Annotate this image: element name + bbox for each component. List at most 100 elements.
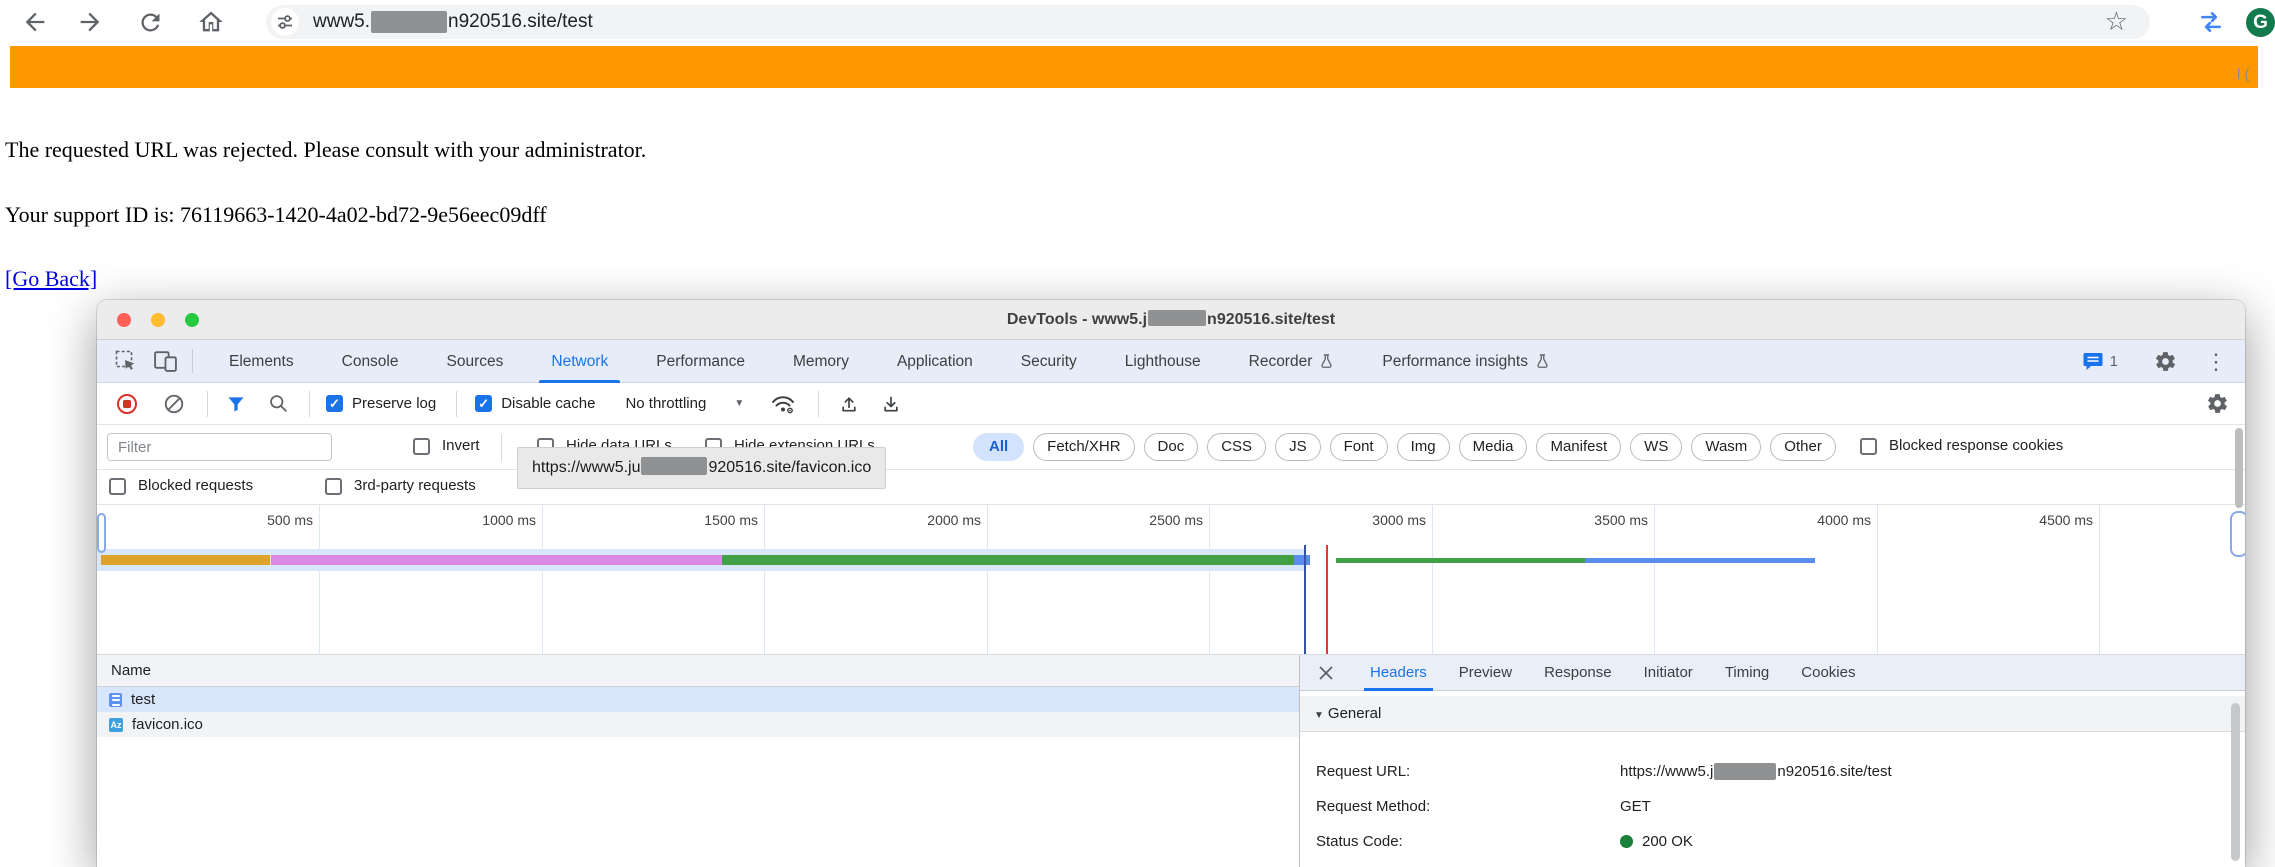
disable-cache-checkbox[interactable]: ✓ [475, 395, 493, 412]
filter-pill-other[interactable]: Other [1770, 433, 1836, 461]
divider [456, 390, 458, 417]
details-scrollbar-thumb[interactable] [2231, 703, 2240, 861]
chevron-down-icon[interactable]: ▼ [734, 398, 744, 409]
blocked-response-cookies-checkbox[interactable] [1860, 438, 1877, 455]
reload-icon[interactable] [137, 9, 164, 36]
divider [818, 390, 820, 417]
filter-pill-manifest[interactable]: Manifest [1536, 433, 1622, 461]
redaction-box [641, 457, 708, 475]
filter-pill-doc[interactable]: Doc [1143, 433, 1199, 461]
browser-toolbar: www5. n920516.site/test ☆ G [0, 0, 2275, 44]
gridline [319, 505, 320, 654]
tick-label: 3000 ms [1372, 512, 1426, 528]
tab-lighthouse[interactable]: Lighthouse [1101, 340, 1225, 383]
blocked-requests-label: Blocked requests [138, 477, 254, 494]
filter-funnel-icon[interactable] [226, 394, 246, 414]
overview-right-handle[interactable] [2230, 511, 2245, 557]
overview-left-handle[interactable] [97, 513, 106, 553]
network-overview[interactable]: 500 ms 1000 ms 1500 ms 2000 ms 2500 ms 3000 m… [97, 505, 2245, 655]
record-network-log-button[interactable] [115, 392, 139, 416]
redaction-box [1714, 763, 1777, 780]
go-back-link[interactable]: [Go Back] [5, 266, 97, 292]
tab-memory[interactable]: Memory [769, 340, 873, 383]
tab-application[interactable]: Application [873, 340, 997, 383]
third-party-requests-checkbox[interactable] [325, 478, 342, 495]
devtools-titlebar[interactable]: DevTools - www5.j n920516.site/test [97, 300, 2245, 340]
throttling-dropdown[interactable]: No throttling [625, 395, 706, 412]
filter-pill-css[interactable]: CSS [1207, 433, 1267, 461]
filter-pill-media[interactable]: Media [1458, 433, 1528, 461]
filter-pill-img[interactable]: Img [1396, 433, 1450, 461]
back-icon[interactable] [21, 8, 49, 36]
tab-security[interactable]: Security [997, 340, 1101, 383]
devtools-scrollbar-thumb[interactable] [2235, 428, 2243, 508]
filter-pill-ws[interactable]: WS [1630, 433, 1683, 461]
tab-recorder[interactable]: Recorder [1225, 340, 1359, 383]
tooltip-prefix: https://www5.ju [532, 459, 641, 476]
export-har-icon[interactable] [881, 393, 901, 415]
general-row-label: Request URL: [1316, 763, 1411, 780]
details-tab-cookies[interactable]: Cookies [1785, 655, 1871, 691]
home-icon[interactable] [197, 8, 225, 36]
gridline [2099, 505, 2100, 654]
tab-network[interactable]: Network [527, 340, 632, 383]
filter-pill-fetch-xhr[interactable]: Fetch/XHR [1033, 433, 1135, 461]
clear-network-log-button[interactable] [163, 393, 185, 415]
issues-icon[interactable] [2083, 352, 2103, 371]
details-tab-initiator[interactable]: Initiator [1628, 655, 1709, 691]
filter-pill-js[interactable]: JS [1275, 433, 1321, 461]
value-prefix: https://www5.j [1620, 763, 1714, 780]
request-row-test[interactable]: test [97, 687, 1299, 712]
url-text[interactable]: www5. n920516.site/test [313, 11, 593, 33]
value-suffix: n920516.site/test [1777, 763, 1892, 780]
close-icon[interactable] [1318, 665, 1334, 681]
invert-checkbox[interactable] [413, 438, 430, 455]
general-section-header[interactable]: ▼ General [1300, 696, 2245, 732]
resource-type-filter-row: All Fetch/XHR Doc CSS JS Font Img Media Manifest… [973, 433, 1836, 461]
tick-label: 4500 ms [2039, 512, 2093, 528]
request-row-favicon-ico[interactable]: Az favicon.ico [97, 712, 1299, 737]
import-har-icon[interactable] [839, 393, 859, 415]
rejection-message: The requested URL was rejected. Please c… [5, 137, 647, 162]
bookmark-star-icon[interactable]: ☆ [2105, 6, 2128, 37]
filter-pill-all[interactable]: All [973, 433, 1025, 461]
more-options-kebab-icon[interactable]: ⋮ [2205, 340, 2227, 383]
filter-input[interactable] [107, 433, 332, 461]
tab-performance[interactable]: Performance [632, 340, 769, 383]
name-column-header[interactable]: Name [97, 655, 1299, 687]
network-conditions-icon[interactable] [770, 392, 796, 416]
site-settings-icon[interactable] [271, 8, 299, 36]
settings-gear-icon[interactable] [2154, 350, 2177, 373]
details-tab-response[interactable]: Response [1528, 655, 1628, 691]
search-icon[interactable] [268, 393, 289, 414]
tick-label: 4000 ms [1817, 512, 1871, 528]
details-tab-timing[interactable]: Timing [1709, 655, 1785, 691]
url-bar[interactable]: www5. n920516.site/test ☆ [266, 5, 2150, 39]
tab-console[interactable]: Console [318, 340, 423, 383]
waterfall-segment-blue [1294, 555, 1310, 565]
redaction-box [1148, 310, 1207, 326]
filter-pill-wasm[interactable]: Wasm [1691, 433, 1762, 461]
preserve-log-checkbox[interactable]: ✓ [326, 395, 343, 412]
gridline [1654, 505, 1655, 654]
gridline [542, 505, 543, 654]
status-green-dot [1620, 835, 1633, 848]
inspect-element-icon[interactable] [114, 349, 138, 373]
tab-performance-insights[interactable]: Performance insights [1358, 340, 1574, 383]
forward-icon[interactable] [76, 8, 104, 36]
swap-extension-icon[interactable] [2197, 9, 2225, 40]
details-tab-headers[interactable]: Headers [1354, 655, 1443, 691]
third-party-requests-label: 3rd-party requests [354, 477, 476, 494]
waterfall-segment-purple [271, 555, 723, 565]
blocked-requests-checkbox[interactable] [109, 478, 126, 495]
filter-pill-font[interactable]: Font [1329, 433, 1388, 461]
tab-sources[interactable]: Sources [423, 340, 528, 383]
warning-banner [10, 46, 2258, 88]
tab-elements[interactable]: Elements [205, 340, 318, 383]
divider [501, 434, 502, 461]
details-tab-preview[interactable]: Preview [1443, 655, 1528, 691]
grammarly-extension-icon[interactable]: G [2246, 8, 2275, 37]
device-toolbar-icon[interactable] [153, 350, 178, 373]
network-settings-gear-icon[interactable] [2206, 392, 2229, 415]
disable-cache-label: Disable cache [501, 395, 596, 412]
